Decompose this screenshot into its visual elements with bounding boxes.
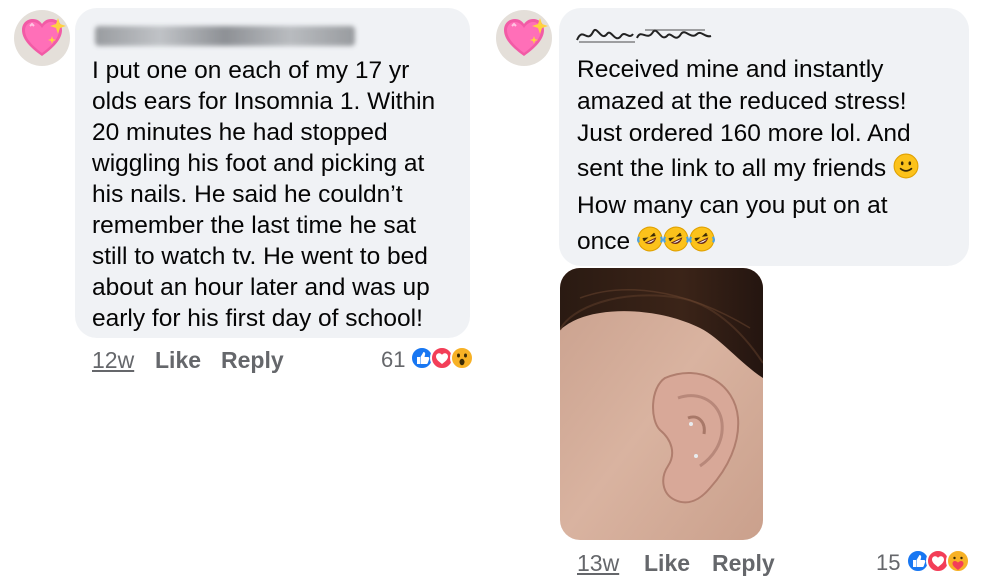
reaction-count[interactable]: 15 xyxy=(876,550,900,576)
author-name-redacted[interactable] xyxy=(95,26,355,46)
comment-line-text: sent the link to all my friends xyxy=(577,155,887,182)
love-icon xyxy=(926,549,950,573)
comment-line: wiggling his foot and picking at xyxy=(92,150,425,177)
reaction-count[interactable]: 61 xyxy=(381,347,405,373)
like-icon xyxy=(410,346,434,370)
comment-line: remember the last time he sat xyxy=(92,212,417,239)
reply-button[interactable]: Reply xyxy=(221,347,284,374)
comment-line: olds ears for Insomnia 1. Within xyxy=(92,88,436,115)
timestamp-link[interactable]: 13w xyxy=(577,550,619,577)
comment-line: still to watch tv. He went to bed xyxy=(92,243,428,270)
like-button[interactable]: Like xyxy=(644,550,690,577)
rolling-laughing-face-icon xyxy=(636,226,663,252)
comment-bubble: Received mine and instantly amazed at th… xyxy=(559,8,969,266)
comment-line: sent the link to all my friends xyxy=(577,153,919,184)
attached-photo[interactable] xyxy=(560,268,763,540)
sparkling-heart-icon xyxy=(503,17,549,57)
avatar[interactable] xyxy=(14,10,70,66)
care-icon xyxy=(946,549,970,573)
comment-line: once xyxy=(577,226,715,257)
reply-button[interactable]: Reply xyxy=(712,550,775,577)
avatar[interactable] xyxy=(496,10,552,66)
like-icon xyxy=(906,549,930,573)
rolling-laughing-face-icon xyxy=(688,226,715,252)
comment-line: Received mine and instantly xyxy=(577,56,884,83)
wow-icon xyxy=(450,346,474,370)
timestamp-link[interactable]: 12w xyxy=(92,347,134,374)
comment-line: early for his first day of school! xyxy=(92,305,423,332)
like-button[interactable]: Like xyxy=(155,347,201,374)
ear-photo-image xyxy=(560,268,763,540)
love-icon xyxy=(430,346,454,370)
author-name-redacted[interactable] xyxy=(575,22,715,48)
slightly-smiling-face-icon xyxy=(893,153,919,179)
rolling-laughing-face-icon xyxy=(662,226,689,252)
comment-line: about an hour later and was up xyxy=(92,274,430,301)
reactions-summary[interactable] xyxy=(906,548,976,574)
comment-line: his nails. He said he couldn’t xyxy=(92,181,403,208)
comment-line: How many can you put on at xyxy=(577,192,888,219)
comment-line: I put one on each of my 17 yr xyxy=(92,57,410,84)
comment-line-text: once xyxy=(577,228,631,255)
sparkling-heart-icon xyxy=(21,17,67,57)
comment-line: Just ordered 160 more lol. And xyxy=(577,120,911,147)
comment-line: amazed at the reduced stress! xyxy=(577,88,907,115)
comment-bubble: I put one on each of my 17 yr olds ears … xyxy=(75,8,470,338)
reactions-summary[interactable] xyxy=(410,345,480,371)
comment-line: 20 minutes he had stopped xyxy=(92,119,388,146)
